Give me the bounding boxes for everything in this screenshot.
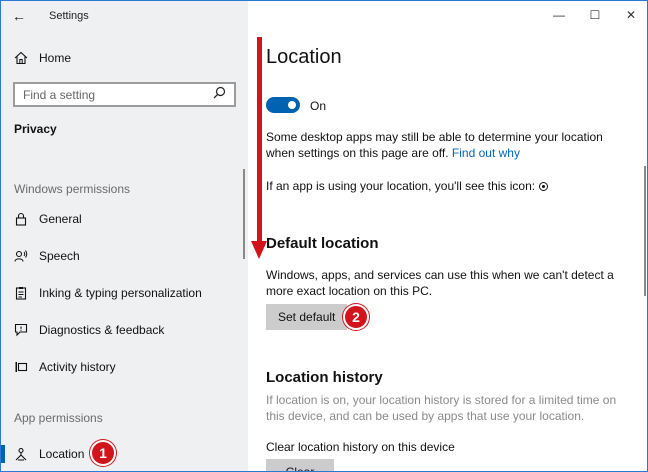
clear-history-label: Clear location history on this device: [266, 440, 455, 454]
back-button[interactable]: ←: [1, 1, 37, 31]
title-bar: ← Settings: [1, 1, 248, 31]
search-box[interactable]: [13, 82, 236, 107]
maximize-icon: ☐: [589, 8, 601, 22]
main-scrollbar[interactable]: [644, 166, 646, 296]
section-label-app-permissions: App permissions: [14, 411, 103, 425]
annotation-badge-2: 2: [343, 304, 369, 330]
sidebar-item-inking-typing[interactable]: Inking & typing personalization: [1, 276, 248, 310]
page-title: Location: [266, 46, 342, 68]
sidebar-item-activity-history[interactable]: Activity history: [1, 350, 248, 384]
annotation-scroll-arrow: [257, 37, 262, 243]
activity-icon: [13, 359, 29, 375]
info-text: Some desktop apps may still be able to d…: [266, 129, 626, 161]
toggle-state-label: On: [310, 99, 327, 113]
sidebar-item-diagnostics[interactable]: Diagnostics & feedback: [1, 313, 248, 347]
clipboard-icon: [13, 285, 29, 301]
icon-explanation: If an app is using your location, you'll…: [266, 178, 646, 194]
default-location-heading: Default location: [266, 235, 379, 252]
close-button[interactable]: ✕: [613, 1, 647, 29]
annotation-arrow-head: [251, 241, 267, 259]
section-label-windows-permissions: Windows permissions: [14, 182, 131, 196]
window-controls: — ☐ ✕: [541, 1, 647, 31]
default-location-text: Windows, apps, and services can use this…: [266, 268, 614, 298]
info-text-body: Some desktop apps may still be able to d…: [266, 130, 603, 160]
minimize-icon: —: [553, 8, 565, 22]
sidebar-item-general[interactable]: General: [1, 202, 248, 236]
close-icon: ✕: [625, 8, 637, 22]
search-icon: [213, 86, 226, 104]
settings-window: ← Settings Home Privacy Windows permissi…: [0, 0, 648, 472]
sidebar-item-label: Activity history: [39, 360, 116, 374]
set-default-button[interactable]: Set default: [266, 304, 348, 330]
find-out-why-link[interactable]: Find out why: [452, 146, 520, 160]
annotation-badge-1: 1: [90, 440, 116, 466]
home-icon: [13, 50, 29, 66]
maximize-button[interactable]: ☐: [577, 1, 613, 29]
sidebar-item-label: Home: [39, 51, 72, 65]
sidebar-item-label: Inking & typing personalization: [39, 286, 202, 300]
location-toggle[interactable]: [266, 97, 300, 113]
location-in-use-icon: [539, 182, 549, 191]
sidebar: ← Settings Home Privacy Windows permissi…: [1, 1, 248, 471]
sidebar-scrollbar[interactable]: [243, 169, 245, 259]
feedback-icon: [13, 322, 29, 338]
sidebar-item-label: Diagnostics & feedback: [39, 323, 165, 337]
minimize-button[interactable]: —: [541, 1, 577, 29]
clear-button[interactable]: Clear: [266, 459, 334, 471]
speech-icon: [13, 248, 29, 264]
lock-icon: [13, 211, 29, 227]
location-history-text: If location is on, your location history…: [266, 393, 617, 423]
category-title: Privacy: [14, 122, 57, 136]
main-content: — ☐ ✕ Location On Some desktop apps may …: [248, 1, 647, 471]
window-title: Settings: [49, 10, 89, 22]
sidebar-item-speech[interactable]: Speech: [1, 239, 248, 273]
back-arrow-icon: ←: [12, 8, 26, 24]
location-icon: [13, 446, 29, 462]
sidebar-item-label: General: [39, 212, 82, 226]
sidebar-item-label: Location: [39, 447, 85, 461]
icon-explanation-text: If an app is using your location, you'll…: [266, 179, 536, 193]
search-input[interactable]: [23, 87, 203, 102]
location-history-heading: Location history: [266, 369, 383, 386]
sidebar-item-home[interactable]: Home: [1, 41, 248, 75]
sidebar-item-location[interactable]: Location: [1, 437, 248, 471]
sidebar-item-label: Speech: [39, 249, 80, 263]
